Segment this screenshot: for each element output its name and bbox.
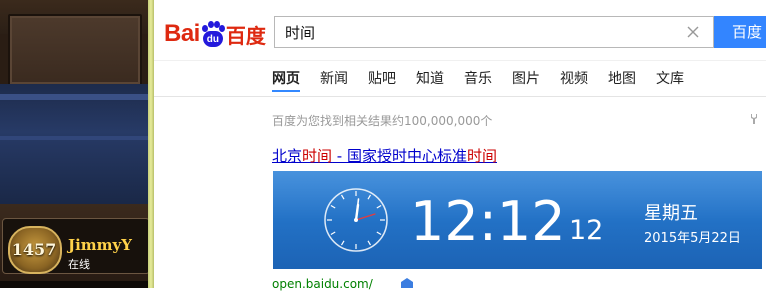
- tab-news[interactable]: 新闻: [320, 66, 348, 92]
- search-button[interactable]: 百度: [714, 16, 766, 48]
- tab-music[interactable]: 音乐: [464, 66, 492, 92]
- baidu-logo[interactable]: Bai du 百度: [164, 18, 266, 50]
- player-rank: 1457: [11, 240, 57, 259]
- baidu-page: Bai du 百度 百度 网页 新闻 贴吧 知道 音乐 图片 视频 地图 文库 …: [154, 0, 766, 291]
- current-time: 12:12: [410, 190, 566, 253]
- header-divider: [154, 60, 766, 61]
- tab-video[interactable]: 视频: [560, 66, 588, 92]
- game-panel: 1457 JimmyY 在线: [0, 0, 148, 288]
- logo-paw-text: du: [202, 31, 223, 47]
- results-count: 百度为您找到相关结果约100,000,000个: [272, 114, 493, 128]
- time-card: 12:12 12 星期五 2015年5月22日: [273, 171, 762, 269]
- paw-icon: du: [201, 21, 225, 47]
- result-title-part: 北京: [272, 147, 303, 165]
- result-title-highlight: 时间: [466, 147, 497, 165]
- tabs-divider: [154, 96, 766, 97]
- result-title-link[interactable]: 北京时间 - 国家授时中心标准时间: [272, 145, 497, 166]
- logo-latin-text: Bai: [164, 20, 200, 47]
- player-status: 在线: [68, 258, 90, 271]
- game-board-frame: [8, 14, 142, 86]
- search-tabs: 网页 新闻 贴吧 知道 音乐 图片 视频 地图 文库: [272, 66, 704, 92]
- tab-tieba[interactable]: 贴吧: [368, 66, 396, 92]
- current-seconds: 12: [569, 215, 604, 246]
- tab-maps[interactable]: 地图: [608, 66, 636, 92]
- search-box: [274, 16, 714, 48]
- game-bottom-strip: [0, 281, 148, 288]
- search-input[interactable]: [275, 17, 675, 47]
- player-name[interactable]: JimmyY: [68, 236, 132, 254]
- tab-wenku[interactable]: 文库: [656, 66, 684, 92]
- tab-web[interactable]: 网页: [272, 66, 300, 92]
- result-title-highlight: 时间: [302, 147, 333, 165]
- current-date: 2015年5月22日: [644, 231, 741, 246]
- result-title-part: - 国家授时中心标准: [332, 147, 467, 165]
- wrench-icon[interactable]: [750, 113, 760, 125]
- logo-cn-text: 百度: [225, 23, 266, 48]
- game-shelf: [0, 84, 148, 204]
- close-icon[interactable]: [685, 24, 701, 40]
- clock-icon: [324, 188, 388, 252]
- tab-zhidao[interactable]: 知道: [416, 66, 444, 92]
- tab-images[interactable]: 图片: [512, 66, 540, 92]
- current-weekday: 星期五: [644, 203, 698, 224]
- verified-icon[interactable]: [400, 278, 414, 288]
- result-url[interactable]: open.baidu.com/: [272, 277, 373, 291]
